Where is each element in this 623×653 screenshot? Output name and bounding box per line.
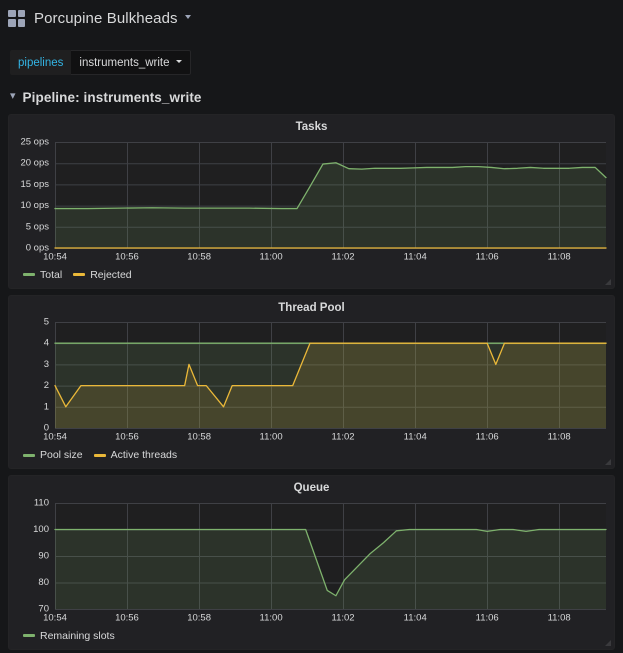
legend-swatch-icon <box>73 273 86 276</box>
svg-text:11:08: 11:08 <box>548 431 571 442</box>
svg-text:10 ops: 10 ops <box>20 200 49 211</box>
svg-text:10:56: 10:56 <box>115 612 139 623</box>
legend-queue: Remaining slots <box>9 627 614 649</box>
svg-text:3: 3 <box>44 359 49 370</box>
svg-text:11:04: 11:04 <box>404 431 427 442</box>
svg-text:10:54: 10:54 <box>43 251 67 262</box>
legend-tasks: Total Rejected <box>9 266 614 288</box>
svg-text:5 ops: 5 ops <box>26 221 49 232</box>
graph-thread-pool[interactable]: 0 1 2 3 4 5 10:54 10:56 10:58 11:00 11:02 11:04 11:0… <box>9 316 614 446</box>
legend-item[interactable]: Active threads <box>93 449 178 461</box>
legend-label: Active threads <box>110 449 178 461</box>
panel-queue: Queue 70 80 90 100 110 10:54 10:56 10:58 11:00 11… <box>8 475 615 650</box>
legend-swatch-icon <box>93 453 106 457</box>
panel-title[interactable]: Queue <box>9 476 614 497</box>
graph-queue[interactable]: 70 80 90 100 110 10:54 10:56 10:58 11:00 11:02 11:… <box>9 497 614 627</box>
svg-text:11:00: 11:00 <box>260 612 283 623</box>
svg-text:10:54: 10:54 <box>43 431 67 442</box>
svg-text:2: 2 <box>44 380 49 391</box>
legend-swatch-icon <box>23 453 35 457</box>
legend-item[interactable]: Total <box>23 269 62 281</box>
legend-label: Rejected <box>90 268 132 281</box>
svg-text:11:02: 11:02 <box>331 431 354 442</box>
panel-resize-handle[interactable] <box>603 457 612 466</box>
chevron-down-icon[interactable] <box>184 15 191 19</box>
svg-text:11:02: 11:02 <box>331 612 354 623</box>
legend-label: Remaining slots <box>40 629 115 642</box>
svg-text:5: 5 <box>44 317 49 328</box>
legend-label: Total <box>40 268 63 281</box>
svg-text:110: 110 <box>34 497 49 508</box>
variable-dropdown[interactable]: instruments_write <box>71 50 191 75</box>
panel-thread-pool: Thread Pool 0 1 2 3 4 5 10:54 10:56 10:58 11:00 11… <box>8 294 615 469</box>
svg-text:10:58: 10:58 <box>187 251 211 262</box>
chart-svg-tasks: 0 ops5 ops10 ops15 ops20 ops25 ops10:54 1… <box>20 136 607 262</box>
variable-label: pipelines <box>10 50 72 75</box>
svg-text:11:00: 11:00 <box>260 431 283 442</box>
legend-thread-pool: Pool size Active threads <box>9 446 614 468</box>
svg-text:11:06: 11:06 <box>476 612 499 623</box>
svg-text:11:08: 11:08 <box>548 251 571 262</box>
svg-text:4: 4 <box>44 338 49 349</box>
template-variables-bar: pipelines instruments_write <box>0 50 623 75</box>
panel-title[interactable]: Tasks <box>9 115 614 136</box>
svg-text:15 ops: 15 ops <box>20 178 49 189</box>
legend-item[interactable]: Pool size <box>23 449 83 461</box>
panel-resize-handle[interactable] <box>603 638 612 647</box>
variable-selected-value: instruments_write <box>79 56 170 69</box>
row-title: Pipeline: instruments_write <box>22 89 202 105</box>
svg-text:11:04: 11:04 <box>404 612 427 623</box>
legend-item[interactable]: Rejected <box>73 268 132 281</box>
legend-swatch-icon <box>23 273 35 276</box>
variable-pipelines[interactable]: pipelines instruments_write <box>10 50 191 75</box>
panel-title[interactable]: Thread Pool <box>9 296 614 317</box>
panel-container: Tasks 0 ops 5 ops 10 ops 15 ops 20 ops 25 ops… <box>0 114 623 650</box>
panel-resize-handle[interactable] <box>603 277 612 286</box>
svg-text:80: 80 <box>38 577 49 588</box>
chart-svg-thread-pool: 01234510:54 10:56 10:58 11:00 11:02 11:04 11:0… <box>43 317 607 442</box>
top-navbar: Porcupine Bulkheads <box>0 0 623 30</box>
svg-text:10:56: 10:56 <box>115 251 139 262</box>
dashboard-title[interactable]: Porcupine Bulkheads <box>34 10 178 27</box>
svg-text:100: 100 <box>33 524 49 535</box>
legend-label: Pool size <box>40 449 83 461</box>
svg-text:90: 90 <box>38 550 49 561</box>
svg-text:10:54: 10:54 <box>43 612 67 623</box>
svg-text:20 ops: 20 ops <box>20 157 49 168</box>
chart-svg-queue: 70809010011010:54 10:56 10:58 11:00 11:02 11:… <box>33 497 607 623</box>
svg-text:10:58: 10:58 <box>187 612 211 623</box>
chevron-down-icon <box>175 60 182 63</box>
svg-text:11:04: 11:04 <box>404 251 427 262</box>
row-header[interactable]: ▾ Pipeline: instruments_write <box>0 88 623 106</box>
svg-text:10:58: 10:58 <box>187 431 211 442</box>
svg-text:25 ops: 25 ops <box>20 136 49 147</box>
grid-apps-icon[interactable] <box>8 9 25 27</box>
chevron-down-icon[interactable]: ▾ <box>10 90 16 102</box>
graph-tasks[interactable]: 0 ops 5 ops 10 ops 15 ops 20 ops 25 ops 10:54 1… <box>9 136 614 266</box>
svg-text:11:00: 11:00 <box>260 251 283 262</box>
legend-swatch-icon <box>23 634 35 637</box>
panel-tasks: Tasks 0 ops 5 ops 10 ops 15 ops 20 ops 25 ops… <box>8 114 615 289</box>
svg-text:1: 1 <box>44 401 49 412</box>
svg-text:10:56: 10:56 <box>115 431 139 442</box>
legend-item[interactable]: Remaining slots <box>23 630 115 642</box>
svg-text:11:06: 11:06 <box>476 431 499 442</box>
svg-text:11:08: 11:08 <box>548 612 571 623</box>
svg-text:11:02: 11:02 <box>331 251 354 262</box>
svg-text:11:06: 11:06 <box>476 251 499 262</box>
